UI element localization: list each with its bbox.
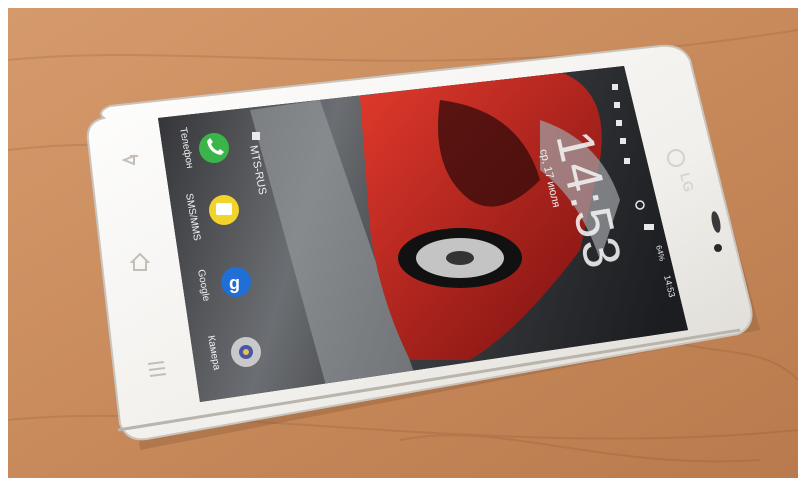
notification-icon <box>620 138 626 144</box>
phone-icon <box>199 133 229 163</box>
photo-scene: 64% 14:53 14:53 ср, 17 июля MTS-RUS Теле… <box>7 8 799 478</box>
signal-icon <box>644 224 654 230</box>
notification-icon <box>614 102 620 108</box>
front-camera-icon <box>714 244 722 252</box>
sim-icon <box>252 132 260 140</box>
notification-icon <box>612 84 618 90</box>
notification-icon <box>616 120 622 126</box>
notification-icon <box>624 158 630 164</box>
svg-text:g: g <box>229 273 240 293</box>
